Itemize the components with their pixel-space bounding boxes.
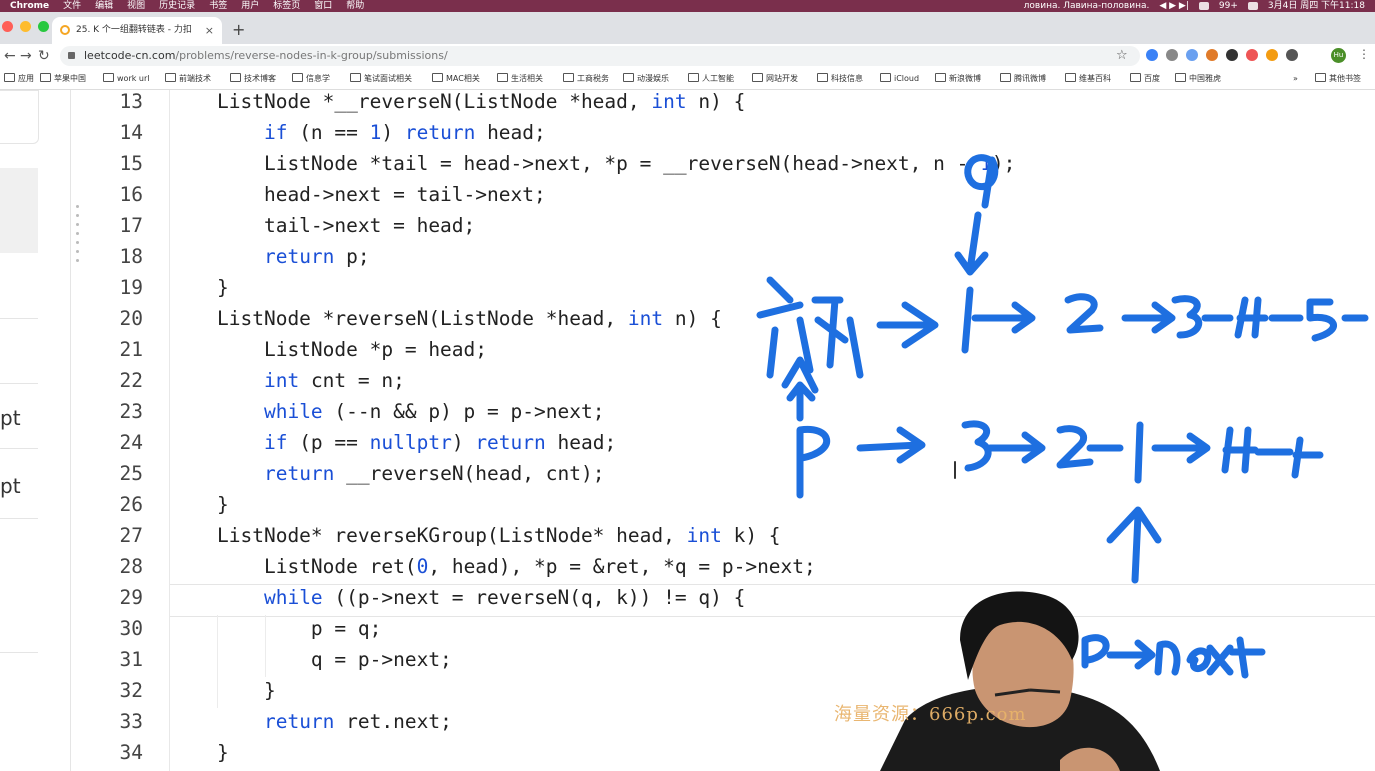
watermark-text: 海量资源：666p.com	[834, 704, 1027, 725]
presenter-webcam	[880, 591, 1160, 771]
